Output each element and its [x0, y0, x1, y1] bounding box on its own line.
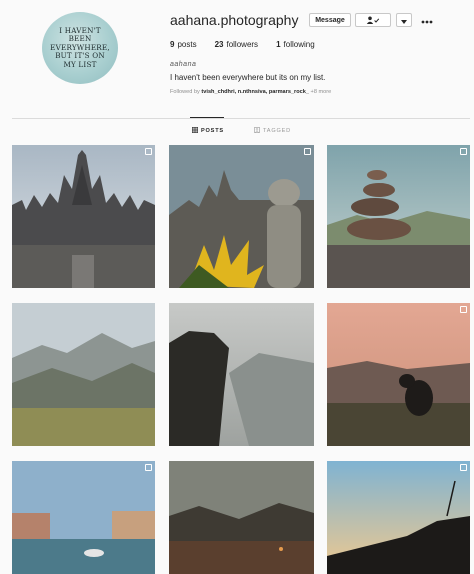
followed-by-prefix: Followed by	[170, 89, 200, 95]
posts-label: posts	[177, 40, 197, 49]
multiple-photos-icon	[460, 306, 467, 313]
post-sunset-silhouette[interactable]	[327, 461, 470, 574]
multiple-photos-icon	[145, 148, 152, 155]
profile-tabs: POSTS TAGGED	[0, 127, 474, 137]
post-dusk-valley[interactable]	[169, 461, 314, 574]
profile-bio: I haven't been everywhere but its on my …	[170, 73, 326, 82]
following-label: following	[283, 40, 315, 49]
profile-username: aahana.photography	[170, 12, 299, 28]
chevron-down-icon	[401, 11, 407, 29]
followers-stat[interactable]: 23 followers	[215, 40, 258, 49]
profile-avatar[interactable]: I haven't been everywhere, but it's on m…	[42, 12, 118, 84]
tabs-divider	[12, 118, 470, 119]
person-check-icon	[366, 11, 380, 29]
post-statue-flowers[interactable]	[169, 145, 314, 288]
active-tab-indicator	[190, 117, 224, 118]
tab-tagged[interactable]: TAGGED	[254, 127, 291, 135]
followers-label: followers	[226, 40, 259, 49]
post-cliff-edge[interactable]	[169, 303, 314, 446]
posts-stat: 9 posts	[170, 40, 197, 49]
avatar-text: I haven't been everywhere, but it's on m…	[50, 25, 110, 69]
followed-by-more: +8 more	[310, 89, 332, 95]
following-count: 1	[276, 40, 281, 49]
multiple-photos-icon	[460, 464, 467, 471]
multiple-photos-icon	[460, 148, 467, 155]
followed-by-names: tvish_chdhri, n.nthnsiva, parmars_rock_	[201, 89, 309, 95]
profile-header: I haven't been everywhere, but it's on m…	[0, 0, 474, 120]
message-button[interactable]: Message	[309, 13, 351, 27]
post-misty-hills[interactable]	[12, 303, 155, 446]
tab-tagged-label: TAGGED	[263, 128, 292, 134]
following-stat[interactable]: 1 following	[276, 40, 315, 49]
multiple-photos-icon	[304, 148, 311, 155]
post-stone-cairn[interactable]	[327, 145, 470, 288]
grid-icon	[192, 127, 199, 135]
profile-full-name: aahana	[170, 61, 197, 68]
profile-stats: 9 posts 23 followers 1 following	[170, 40, 315, 49]
post-sunset-dog[interactable]	[327, 303, 470, 446]
post-temple-ruins[interactable]	[12, 145, 155, 288]
multiple-photos-icon	[145, 464, 152, 471]
more-options-icon	[421, 11, 433, 29]
tab-posts-label: POSTS	[201, 128, 224, 134]
more-options-button[interactable]	[419, 12, 435, 28]
posts-count: 9	[170, 40, 175, 49]
tab-posts[interactable]: POSTS	[192, 127, 224, 135]
post-venice-canal[interactable]	[12, 461, 155, 574]
tag-icon	[254, 127, 261, 135]
followers-count: 23	[214, 40, 224, 49]
following-button[interactable]	[355, 13, 391, 27]
suggested-dropdown-button[interactable]	[396, 13, 412, 27]
followed-by[interactable]: Followed by tvish_chdhri, n.nthnsiva, pa…	[170, 89, 331, 95]
